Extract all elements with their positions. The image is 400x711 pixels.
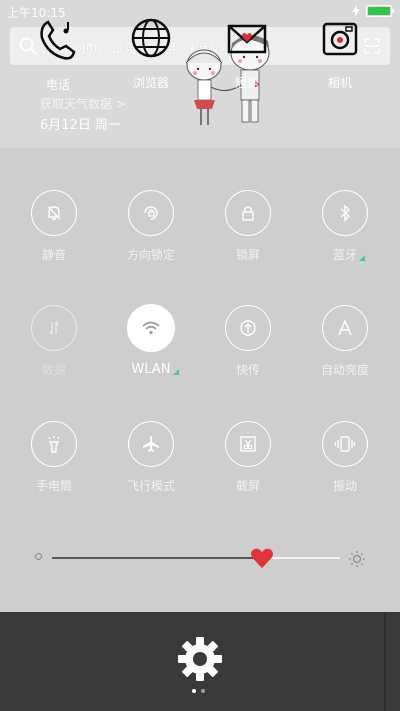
- phone-icon: [40, 20, 76, 60]
- browser-globe-icon: [131, 18, 171, 58]
- dock-label: 电话: [45, 78, 70, 92]
- date-label: 6月12日 周一: [40, 118, 121, 133]
- weather-link[interactable]: 获取天气数据 >: [40, 95, 126, 112]
- toggle-label: 方向锁定: [126, 248, 175, 262]
- brightness-slider-thumb-heart-icon[interactable]: [250, 547, 274, 569]
- brightness-low-icon: [35, 553, 42, 560]
- toggle-auto-brightness[interactable]: 自动亮度: [295, 305, 395, 378]
- more-options-indicator: [172, 369, 179, 375]
- toggle-flashlight[interactable]: 手电筒: [4, 421, 104, 494]
- bell-off-icon: [31, 190, 77, 236]
- dock-app-browser[interactable]: 浏览器: [111, 14, 191, 91]
- toggle-label-text: WLAN: [131, 362, 171, 377]
- toggle-airplane-mode[interactable]: 飞行模式: [101, 421, 201, 494]
- mobile-data-icon: [31, 305, 77, 351]
- camera-icon: [322, 22, 358, 56]
- toggle-wlan[interactable]: WLAN: [101, 304, 201, 377]
- page-dot-active: [192, 689, 196, 693]
- bluetooth-icon: [322, 190, 368, 236]
- toggle-label: 振动: [332, 479, 357, 493]
- toggle-label: 自动亮度: [320, 363, 369, 377]
- rotation-lock-icon: [128, 190, 174, 236]
- toggle-label: 锁屏: [235, 248, 260, 262]
- brightness-high-icon: [349, 551, 365, 567]
- dock-divider: [384, 612, 386, 711]
- toggle-quick-transfer[interactable]: 快传: [198, 305, 298, 378]
- toggle-rotation-lock[interactable]: 方向锁定: [101, 190, 201, 263]
- toggle-label: 快传: [235, 363, 260, 377]
- toggle-lock-screen[interactable]: 锁屏: [198, 190, 298, 263]
- quick-transfer-icon: [225, 305, 271, 351]
- toggle-label-text: 蓝牙: [332, 248, 357, 262]
- toggle-label: 数据: [41, 363, 66, 377]
- messages-icon: [227, 24, 267, 54]
- lock-icon: [225, 190, 271, 236]
- toggle-label: 飞行模式: [126, 479, 175, 493]
- page-dot: [201, 689, 205, 693]
- dock-app-messages[interactable]: 短信: [207, 14, 287, 91]
- toggle-label: WLAN: [131, 362, 179, 377]
- more-options-indicator: [359, 255, 365, 261]
- screenshot-icon: [225, 421, 271, 467]
- toggle-mobile-data[interactable]: 数据: [4, 305, 104, 378]
- auto-brightness-icon: [322, 305, 368, 351]
- dock-label: 短信: [234, 76, 259, 90]
- dock-app-camera[interactable]: 相机: [300, 14, 380, 91]
- vibrate-icon: [322, 421, 368, 467]
- wifi-icon: [127, 304, 175, 352]
- toggle-screenshot[interactable]: 截屏: [198, 421, 298, 494]
- toggle-label: 截屏: [235, 479, 260, 493]
- toggle-bluetooth[interactable]: 蓝牙: [295, 190, 395, 263]
- toggle-label: 蓝牙: [332, 246, 365, 263]
- dock-label: 相机: [327, 76, 352, 90]
- toggle-label: 手电筒: [35, 479, 72, 493]
- dock-label: 浏览器: [132, 76, 169, 90]
- toggle-vibrate[interactable]: 振动: [295, 421, 395, 494]
- toggle-label: 静音: [41, 248, 66, 262]
- brightness-slider[interactable]: [52, 557, 340, 559]
- airplane-icon: [128, 421, 174, 467]
- brightness-slider-fill: [52, 557, 262, 559]
- page-indicator: [192, 689, 205, 693]
- toggle-mute[interactable]: 静音: [4, 190, 104, 263]
- settings-gear-icon[interactable]: [177, 636, 223, 682]
- flashlight-icon: [31, 421, 77, 467]
- dock-app-phone[interactable]: 电话: [18, 14, 98, 93]
